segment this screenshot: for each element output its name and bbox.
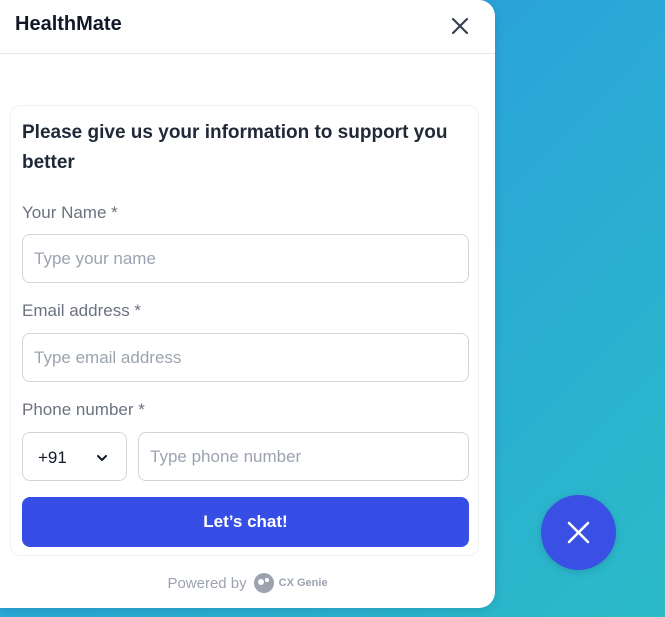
country-code-select[interactable]: +91 <box>22 432 127 481</box>
email-input[interactable] <box>22 333 469 382</box>
phone-input[interactable] <box>138 432 469 481</box>
name-input[interactable] <box>22 234 469 283</box>
phone-row: +91 <box>22 432 469 481</box>
powered-by: Powered by CX Genie <box>0 572 495 594</box>
brand-name: CX Genie <box>278 577 328 589</box>
name-label: Your Name * <box>22 203 118 222</box>
widget-header: HealthMate <box>0 0 495 54</box>
close-icon[interactable] <box>448 14 472 38</box>
close-icon <box>567 521 590 544</box>
form-heading: Please give us your information to suppo… <box>22 122 448 173</box>
cx-genie-logo-icon <box>253 572 275 594</box>
lets-chat-button[interactable]: Let’s chat! <box>22 497 469 547</box>
powered-by-text: Powered by <box>167 574 247 592</box>
chevron-down-icon <box>95 451 109 465</box>
phone-label: Phone number * <box>22 400 145 419</box>
chat-launcher-button[interactable] <box>541 495 616 570</box>
contact-form: Please give us your information to suppo… <box>10 105 479 556</box>
widget-title: HealthMate <box>15 13 122 35</box>
chat-widget: HealthMate Please give us your informati… <box>0 0 495 608</box>
email-label: Email address * <box>22 301 142 320</box>
country-code-value: +91 <box>38 448 67 467</box>
